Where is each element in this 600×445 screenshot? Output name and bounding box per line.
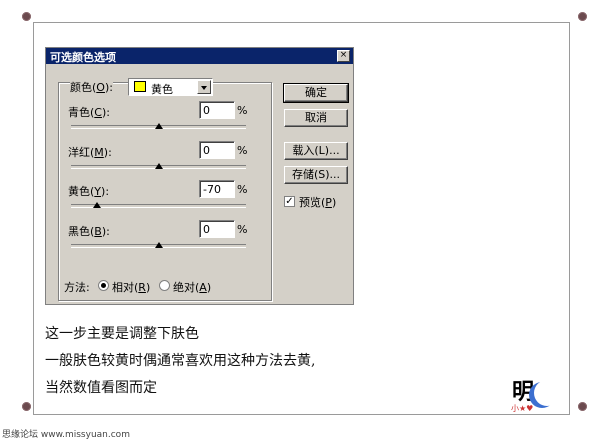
selective-color-dialog: 可选颜色选项 × 颜色(O): 黄色 青色(C): 0% 洋红(M): 0% 黄色(Y)… [45, 47, 354, 305]
row-label: 黄色(Y): [68, 185, 110, 198]
yellow-swatch [134, 81, 146, 92]
save-button[interactable]: 存储(S)... [284, 166, 348, 184]
row-label: 青色(C): [68, 106, 110, 119]
colors-dropdown[interactable]: 黄色 [128, 78, 213, 96]
row-label: 洋红(M): [68, 146, 112, 159]
absolute-label: 绝对(A) [173, 281, 212, 294]
close-button[interactable]: × [337, 50, 350, 62]
value-input[interactable]: 0 [199, 220, 235, 238]
pin-top-right [578, 12, 587, 21]
relative-radio[interactable] [98, 280, 109, 291]
slider-thumb[interactable] [154, 163, 163, 169]
pin-bottom-right [578, 402, 587, 411]
slider-thumb[interactable] [93, 202, 102, 208]
title-bar: 可选颜色选项 × [46, 48, 353, 64]
caption-line-3: 当然数值看图而定 [45, 380, 157, 396]
percent-unit: % [237, 223, 248, 236]
cancel-button[interactable]: 取消 [284, 109, 348, 127]
slider-thumb[interactable] [154, 242, 163, 248]
relative-label: 相对(R) [112, 281, 151, 294]
footer-watermark: 思缘论坛 www.missyuan.com [2, 430, 130, 440]
absolute-radio[interactable] [159, 280, 170, 291]
preview-label: 预览(P) [299, 196, 337, 209]
value-input[interactable]: -70 [199, 180, 235, 198]
chevron-down-icon[interactable] [197, 80, 211, 94]
colors-label: 颜色(O): [70, 79, 113, 95]
pin-bottom-left [22, 402, 31, 411]
percent-unit: % [237, 144, 248, 157]
preview-checkbox[interactable]: ✓ [284, 196, 295, 207]
percent-unit: % [237, 183, 248, 196]
load-button[interactable]: 载入(L)... [284, 142, 348, 160]
ok-button[interactable]: 确定 [283, 83, 349, 103]
logo-subtext: 小★♥ [511, 404, 534, 413]
pin-top-left [22, 12, 31, 21]
method-label: 方法: [64, 281, 90, 294]
value-input[interactable]: 0 [199, 141, 235, 159]
percent-unit: % [237, 104, 248, 117]
value-input[interactable]: 0 [199, 101, 235, 119]
caption-line-1: 这一步主要是调整下肤色 [45, 326, 199, 342]
dialog-title: 可选颜色选项 [50, 51, 116, 64]
row-label: 黑色(B): [68, 225, 110, 238]
moon-logo-icon [534, 380, 560, 406]
slider-thumb[interactable] [154, 123, 163, 129]
logo-character: 明 [512, 379, 535, 405]
caption-line-2: 一般肤色较黄时偶通常喜欢用这种方法去黄, [45, 353, 316, 369]
selected-color-text: 黄色 [151, 83, 173, 96]
